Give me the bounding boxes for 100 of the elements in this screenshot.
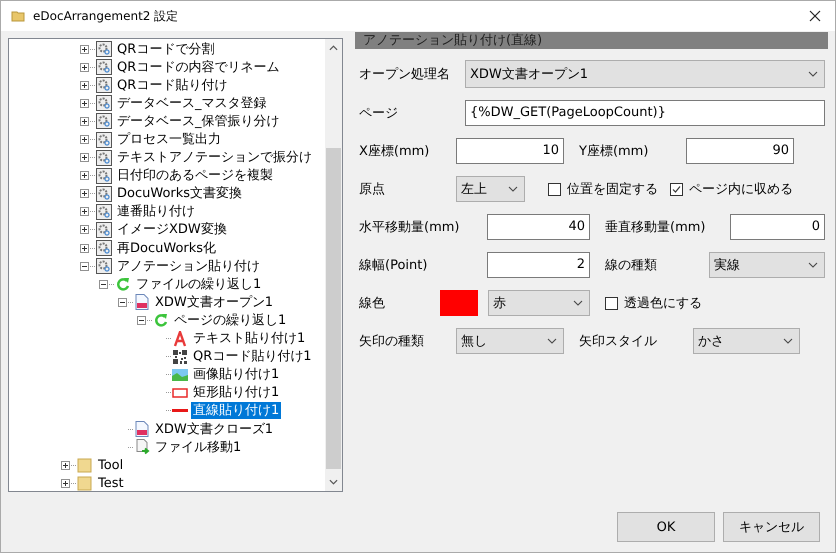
dropdown[interactable]: 赤 (488, 290, 590, 316)
document-icon (134, 294, 150, 310)
tree-item[interactable]: 再DocuWorks化 (115, 240, 218, 257)
checkbox-label: 位置を固定する (567, 181, 658, 198)
tree-item[interactable]: ファイルの繰り返し1 (134, 276, 264, 293)
tree-item[interactable]: アノテーション貼り付け (115, 258, 262, 275)
expand-icon[interactable] (80, 207, 89, 216)
tree-item[interactable]: XDW文書オープン1 (153, 294, 276, 311)
tree-item[interactable]: ページの繰り返し1 (172, 312, 288, 329)
expand-icon[interactable] (80, 98, 89, 108)
tree-item[interactable]: DocuWorks文書変換 (115, 185, 244, 202)
expand-icon[interactable] (80, 225, 89, 234)
field-label: ページ (359, 105, 399, 122)
input-field[interactable]: 40 (487, 214, 590, 240)
color-swatch[interactable] (440, 290, 478, 316)
input-field[interactable]: 10 (456, 138, 564, 164)
input-field[interactable]: 90 (686, 138, 794, 164)
loop-icon (115, 276, 131, 292)
tree-item[interactable]: テキスト貼り付け1 (191, 330, 308, 348)
expand-icon[interactable] (80, 189, 89, 198)
tree-item[interactable]: ファイル移動1 (153, 438, 244, 456)
checkbox[interactable] (605, 296, 618, 310)
collapse-icon[interactable] (99, 280, 108, 289)
tree-item[interactable]: 日付印のあるページを複製 (115, 167, 275, 184)
field-label: 垂直移動量(mm) (605, 219, 706, 236)
field-label: 線幅(Point) (359, 257, 428, 274)
dropdown[interactable]: かさ (693, 328, 800, 354)
chevron-down-icon (783, 338, 793, 344)
scrollbar[interactable] (325, 39, 342, 491)
expand-icon[interactable] (80, 44, 89, 54)
checkbox-label: 透過色にする (624, 295, 702, 312)
expand-icon[interactable] (80, 135, 89, 144)
tree-item[interactable]: テキストアノテーションで振分け (115, 149, 314, 166)
close-icon[interactable] (809, 10, 821, 22)
folder-icon (11, 9, 25, 23)
input-field[interactable]: 2 (487, 252, 590, 278)
field-label: 線の種類 (605, 257, 658, 274)
gear-icon (96, 186, 112, 202)
field-label: 水平移動量(mm) (359, 219, 460, 236)
collapse-icon[interactable] (118, 298, 127, 307)
tree-item[interactable]: データベース_保管振り分け (115, 112, 282, 130)
tree-item[interactable]: Tool (96, 456, 126, 474)
expand-icon[interactable] (80, 116, 89, 126)
field-label: 線色 (359, 295, 386, 312)
dropdown[interactable]: XDW文書オープン1 (465, 60, 825, 88)
chevron-down-icon (808, 262, 818, 268)
collapse-icon[interactable] (137, 316, 146, 325)
gear-icon (96, 240, 112, 256)
tree-item[interactable]: 連番貼り付け (115, 203, 197, 220)
gear-icon (96, 222, 112, 238)
chevron-down-icon (508, 186, 518, 192)
checkbox[interactable] (670, 182, 683, 196)
gear-icon (96, 59, 112, 76)
dropdown[interactable]: 無し (456, 328, 564, 354)
dropdown[interactable]: 左上 (456, 176, 525, 202)
gear-icon (96, 150, 112, 166)
expand-icon[interactable] (80, 80, 89, 90)
field-label: 矢印の種類 (359, 333, 425, 350)
tree-item[interactable]: QRコードで分割 (115, 40, 216, 58)
ok-button[interactable]: OK (617, 512, 715, 542)
expand-icon[interactable] (80, 244, 89, 253)
tree-item[interactable]: 画像貼り付け1 (191, 366, 282, 384)
tree-item[interactable]: QRコードの内容でリネーム (115, 58, 282, 76)
scroll-up-icon[interactable] (329, 45, 338, 51)
qr-code-icon (172, 348, 188, 365)
scroll-down-icon[interactable] (329, 479, 338, 485)
letter-a-icon (172, 330, 188, 347)
folder-icon (77, 457, 93, 474)
tree-item[interactable]: イメージXDW変換 (115, 221, 229, 238)
expand-icon[interactable] (80, 62, 89, 72)
chevron-down-icon (808, 71, 818, 77)
chevron-down-icon (573, 300, 583, 306)
tree-item[interactable]: データベース_マスタ登録 (115, 94, 268, 112)
gear-icon (96, 132, 112, 148)
cancel-button[interactable]: キャンセル (723, 512, 820, 542)
chevron-down-icon (547, 338, 557, 344)
collapse-icon[interactable] (80, 262, 89, 271)
folder-icon (77, 475, 93, 491)
tree-item[interactable]: QRコード貼り付け1 (191, 348, 314, 366)
tree-item[interactable]: 矩形貼り付け1 (191, 384, 282, 402)
tree-item[interactable]: Test (96, 474, 126, 491)
expand-icon[interactable] (80, 171, 89, 180)
file-arrow-icon (134, 439, 150, 456)
input-field[interactable]: {%DW_GET(PageLoopCount)} (465, 100, 825, 126)
image-icon (172, 366, 188, 383)
expand-icon[interactable] (61, 478, 70, 488)
checkbox-label: ページ内に収める (689, 181, 793, 198)
expand-icon[interactable] (61, 460, 70, 470)
tree-item[interactable]: 直線貼り付け1 (191, 402, 282, 420)
loop-icon (153, 312, 169, 328)
document-icon (134, 421, 150, 438)
window-title: eDocArrangement2 設定 (33, 8, 180, 24)
expand-icon[interactable] (80, 153, 89, 162)
dropdown[interactable]: 実線 (709, 252, 825, 278)
field-label: X座標(mm) (359, 143, 430, 160)
tree-item[interactable]: XDW文書クローズ1 (153, 420, 276, 438)
input-field[interactable]: 0 (730, 214, 825, 240)
tree-item[interactable]: QRコード貼り付け (115, 76, 230, 94)
tree-item[interactable]: プロセス一覧出力 (115, 131, 223, 148)
checkbox[interactable] (548, 182, 561, 196)
